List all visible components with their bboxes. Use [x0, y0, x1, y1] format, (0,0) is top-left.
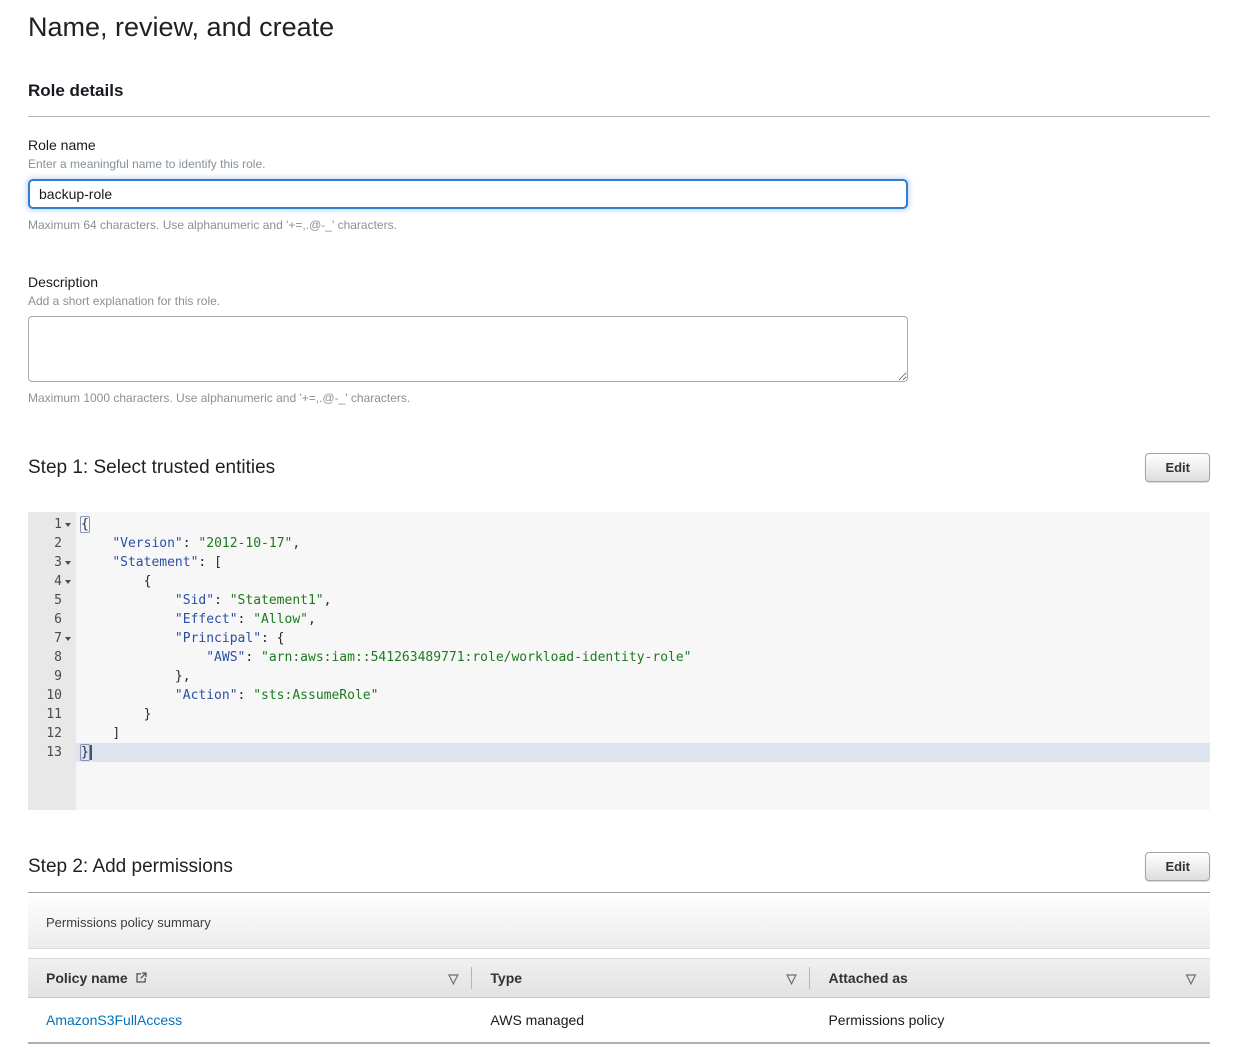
policies-table-body: AmazonS3FullAccess AWS managedPermissions…: [28, 998, 1210, 1044]
divider: [28, 892, 1210, 893]
policy-type-cell: AWS managed: [472, 1012, 810, 1028]
code-line-6: "Effect": "Allow",: [76, 610, 1210, 629]
fold-slot: [62, 724, 74, 743]
step2-edit-button[interactable]: Edit: [1145, 852, 1210, 881]
code-line-3: "Statement": [: [76, 553, 1210, 572]
external-link-icon: [135, 971, 148, 987]
column-header-attached-as: Attached as ▽: [810, 959, 1210, 997]
gutter-line-6: 6: [28, 610, 76, 629]
fold-slot: [62, 667, 74, 686]
description-label: Description: [28, 274, 1210, 290]
panel-gap: [28, 949, 1210, 958]
fold-slot: [62, 743, 74, 762]
fold-arrow-icon[interactable]: [62, 629, 74, 648]
fold-slot: [62, 591, 74, 610]
description-hint: Maximum 1000 characters. Use alphanumeri…: [28, 391, 1210, 405]
fold-arrow-icon[interactable]: [62, 515, 74, 534]
step1-header-row: Step 1: Select trusted entities Edit: [28, 453, 1210, 482]
text-cursor: [90, 745, 92, 760]
code-line-5: "Sid": "Statement1",: [76, 591, 1210, 610]
permissions-summary-panel: Permissions policy summary Policy name▽T…: [28, 897, 1210, 1044]
column-label: Type: [490, 970, 522, 986]
role-name-input[interactable]: [28, 179, 908, 209]
editor-gutter: 12345678910111213: [28, 512, 76, 810]
gutter-line-7: 7: [28, 629, 76, 648]
gutter-line-2: 2: [28, 534, 76, 553]
code-line-1: {: [76, 515, 1210, 534]
policy-attached-as-cell: Permissions policy: [810, 1012, 1210, 1028]
permissions-panel-title: Permissions policy summary: [28, 897, 1210, 949]
divider: [28, 116, 1210, 117]
code-line-2: "Version": "2012-10-17",: [76, 534, 1210, 553]
role-name-help-text: Enter a meaningful name to identify this…: [28, 157, 1210, 171]
column-label: Attached as: [828, 970, 907, 986]
gutter-line-12: 12: [28, 724, 76, 743]
gutter-line-8: 8: [28, 648, 76, 667]
code-line-13: }: [76, 743, 1210, 762]
column-header-type: Type ▽: [472, 959, 810, 997]
fold-slot: [62, 534, 74, 553]
code-line-4: {: [76, 572, 1210, 591]
fold-arrow-icon[interactable]: [62, 553, 74, 572]
gutter-line-9: 9: [28, 667, 76, 686]
gutter-line-5: 5: [28, 591, 76, 610]
policy-table-row: AmazonS3FullAccess AWS managedPermissions…: [28, 998, 1210, 1044]
editor-code-area[interactable]: { "Version": "2012-10-17", "Statement": …: [76, 512, 1210, 810]
fold-slot: [62, 686, 74, 705]
gutter-line-10: 10: [28, 686, 76, 705]
gutter-line-4: 4: [28, 572, 76, 591]
column-label: Policy name: [46, 970, 128, 986]
step1-edit-button[interactable]: Edit: [1145, 453, 1210, 482]
code-line-10: "Action": "sts:AssumeRole": [76, 686, 1210, 705]
step1-heading: Step 1: Select trusted entities: [28, 457, 275, 479]
filter-triangle-icon[interactable]: ▽: [448, 972, 458, 985]
policy-name-link[interactable]: AmazonS3FullAccess: [46, 1012, 182, 1028]
filter-triangle-icon[interactable]: ▽: [1186, 972, 1196, 985]
column-header-policy-name: Policy name ▽: [28, 959, 472, 997]
policies-table-header: Policy name ▽ Type ▽ Attached as ▽: [28, 958, 1210, 998]
description-textarea[interactable]: [28, 316, 908, 382]
fold-slot: [62, 705, 74, 724]
fold-slot: [62, 610, 74, 629]
code-line-7: "Principal": {: [76, 629, 1210, 648]
filter-triangle-icon[interactable]: ▽: [786, 972, 796, 985]
step2-heading: Step 2: Add permissions: [28, 856, 233, 878]
role-name-field-group: Role name Enter a meaningful name to ide…: [28, 137, 1210, 232]
fold-arrow-icon[interactable]: [62, 572, 74, 591]
gutter-line-11: 11: [28, 705, 76, 724]
code-line-12: ]: [76, 724, 1210, 743]
gutter-line-13: 13: [28, 743, 76, 762]
code-line-8: "AWS": "arn:aws:iam::541263489771:role/w…: [76, 648, 1210, 667]
fold-slot: [62, 648, 74, 667]
code-line-9: },: [76, 667, 1210, 686]
description-help-text: Add a short explanation for this role.: [28, 294, 1210, 308]
step2-header-row: Step 2: Add permissions Edit: [28, 852, 1210, 881]
name-review-create-page: Name, review, and create Role details Ro…: [0, 0, 1242, 1064]
role-name-label: Role name: [28, 137, 1210, 153]
code-line-11: }: [76, 705, 1210, 724]
gutter-line-3: 3: [28, 553, 76, 572]
gutter-line-1: 1: [28, 515, 76, 534]
role-details-heading: Role details: [28, 81, 1210, 101]
page-title: Name, review, and create: [28, 0, 1210, 43]
description-field-group: Description Add a short explanation for …: [28, 274, 1210, 405]
trust-policy-code-editor[interactable]: 12345678910111213 { "Version": "2012-10-…: [28, 512, 1210, 810]
role-name-hint: Maximum 64 characters. Use alphanumeric …: [28, 218, 1210, 232]
